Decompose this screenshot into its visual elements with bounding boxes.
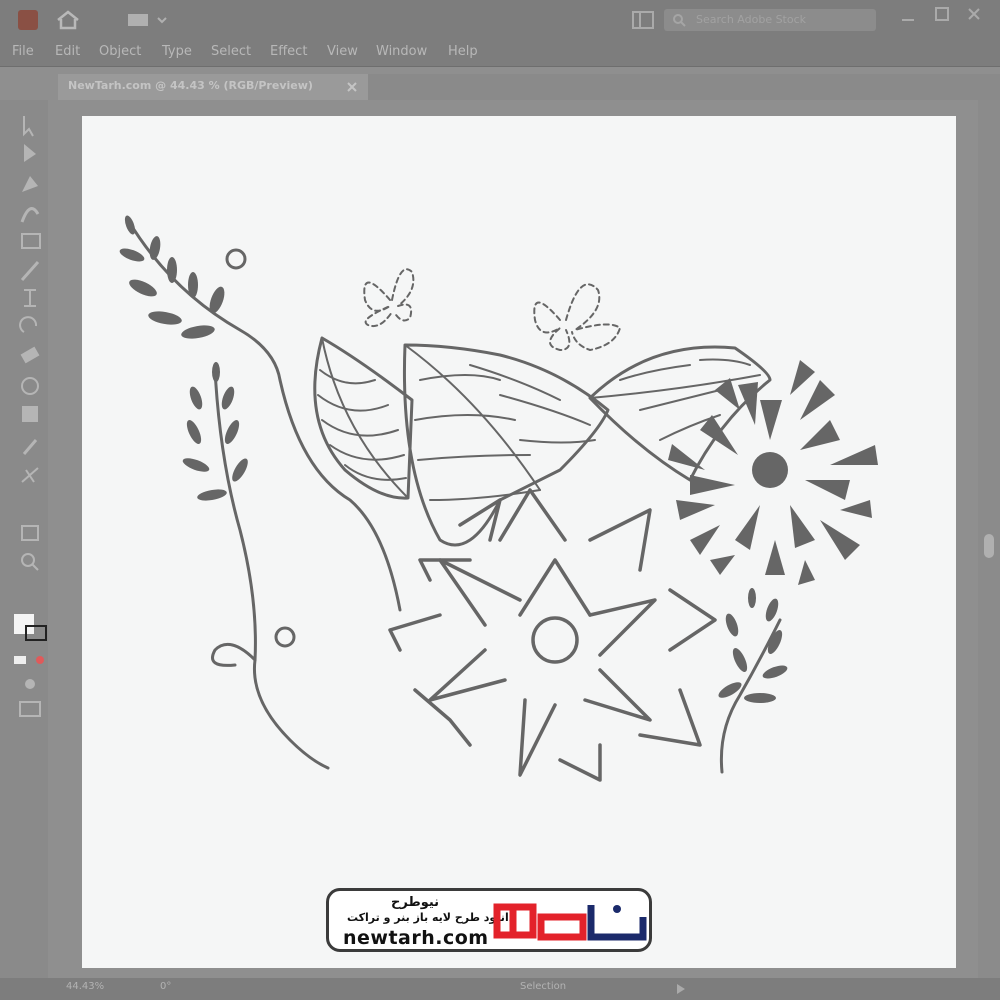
document-tab-bar: NewTarh.com @ 44.43 % (RGB/Preview) xyxy=(58,74,1000,100)
rotate-tool-icon[interactable] xyxy=(19,316,38,333)
paintbrush-tool-icon[interactable] xyxy=(20,261,40,281)
selection-tool-icon[interactable] xyxy=(23,116,34,137)
pen-tool-icon[interactable] xyxy=(22,176,38,192)
scroll-handle[interactable] xyxy=(984,534,994,558)
minimize-icon[interactable] xyxy=(900,8,916,24)
menu-item-help[interactable]: Help xyxy=(448,44,478,59)
menu-item-type[interactable]: Type xyxy=(162,44,192,59)
filled-dahlia xyxy=(668,360,878,585)
eyedropper-tool-icon[interactable] xyxy=(22,439,38,455)
rotation-angle[interactable]: 0° xyxy=(160,981,171,992)
menu-item-select[interactable]: Select xyxy=(211,44,251,59)
menu-item-edit[interactable]: Edit xyxy=(55,44,80,59)
play-icon[interactable] xyxy=(676,983,686,995)
draw-mode-icon[interactable] xyxy=(25,679,35,689)
screen-mode-icon[interactable] xyxy=(19,701,41,717)
document-tab[interactable]: NewTarh.com @ 44.43 % (RGB/Preview) xyxy=(58,74,368,100)
butterfly-left xyxy=(363,268,415,328)
status-bar: 44.43% 0° Selection xyxy=(0,978,1000,1000)
color-mode-icon[interactable] xyxy=(14,656,44,664)
stock-search-input[interactable]: Search Adobe Stock xyxy=(664,9,876,31)
fill-color-swatch[interactable] xyxy=(14,614,47,641)
gradient-tool-icon[interactable] xyxy=(22,406,38,422)
direct-selection-tool-icon[interactable] xyxy=(24,144,36,162)
blend-tool-icon[interactable] xyxy=(21,467,39,483)
left-leaf-veins xyxy=(317,337,409,499)
zoom-level[interactable]: 44.43% xyxy=(66,981,104,992)
small-circle-2 xyxy=(274,626,296,648)
workspace-switcher-icon[interactable] xyxy=(126,12,168,28)
artboard[interactable]: نیوطرح دانلود طرح لایه باز بنر و تراکت n… xyxy=(82,116,956,968)
app-logo-icon xyxy=(18,10,38,30)
maximize-icon[interactable] xyxy=(934,6,950,22)
close-icon[interactable] xyxy=(966,6,982,22)
search-icon xyxy=(673,14,686,27)
menu-item-window[interactable]: Window xyxy=(376,44,427,59)
newtarh-logo-mark xyxy=(493,903,647,941)
close-tab-icon[interactable] xyxy=(346,81,358,93)
panel-dock-edge[interactable] xyxy=(978,100,1000,980)
eraser-tool-icon[interactable] xyxy=(20,346,40,364)
application-bar: Search Adobe Stock xyxy=(0,0,1000,40)
small-circle-1 xyxy=(225,248,247,270)
tools-panel xyxy=(0,100,48,980)
curvature-tool-icon[interactable] xyxy=(20,207,40,223)
menu-item-view[interactable]: View xyxy=(327,44,358,59)
document-tab-title: NewTarh.com @ 44.43 % (RGB/Preview) xyxy=(68,79,313,92)
menu-item-effect[interactable]: Effect xyxy=(270,44,307,59)
butterfly-right xyxy=(533,283,621,351)
search-placeholder: Search Adobe Stock xyxy=(696,13,807,26)
rectangle-tool-icon[interactable] xyxy=(21,233,41,249)
watermark-url: newtarh.com xyxy=(343,927,489,949)
zoom-tool-icon[interactable] xyxy=(21,553,39,571)
left-leaf xyxy=(313,336,414,500)
home-icon[interactable] xyxy=(56,10,80,30)
shaper-tool-icon[interactable] xyxy=(24,289,36,307)
newtarh-watermark: نیوطرح دانلود طرح لایه باز بنر و تراکت n… xyxy=(326,888,652,952)
stem-curl xyxy=(211,642,257,667)
watermark-tagline: دانلود طرح لایه باز بنر و تراکت xyxy=(347,911,515,924)
watermark-name: نیوطرح xyxy=(391,895,440,910)
arrange-documents-icon[interactable] xyxy=(632,11,654,29)
center-leaf-veins xyxy=(404,344,596,501)
shape-builder-tool-icon[interactable] xyxy=(21,377,39,395)
menu-item-object[interactable]: Object xyxy=(99,44,141,59)
artboard-tool-icon[interactable] xyxy=(21,525,39,541)
menu-bar: File Edit Object Type Select Effect View… xyxy=(0,40,1000,67)
current-tool: Selection xyxy=(520,981,567,992)
menu-item-file[interactable]: File xyxy=(12,44,34,59)
outlined-dahlia xyxy=(388,488,717,782)
floral-artwork xyxy=(119,215,878,782)
